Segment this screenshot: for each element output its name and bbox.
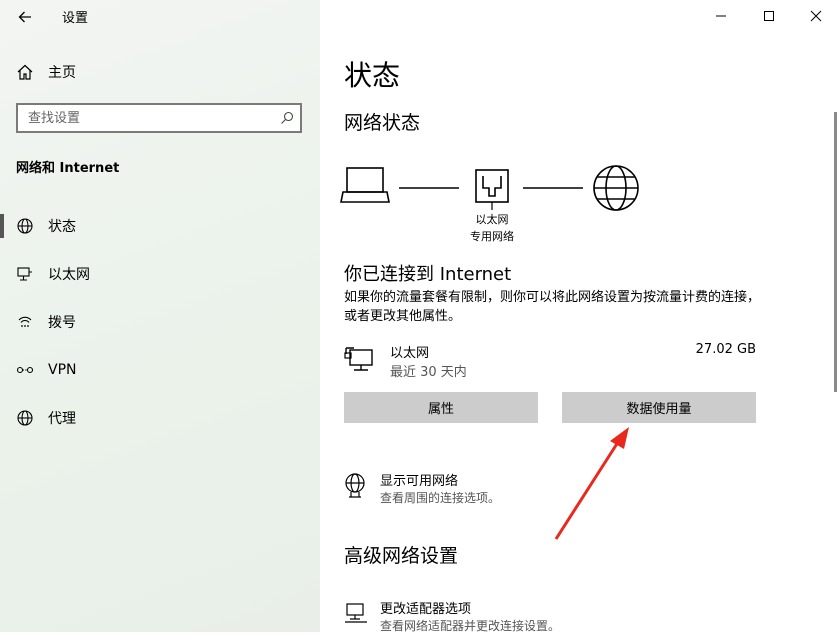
- vpn-icon: [16, 361, 34, 379]
- sidebar-item-label: 拨号: [48, 315, 76, 331]
- globe-icon: [16, 217, 34, 235]
- network-diagram: 以太网 专用网络: [340, 160, 680, 250]
- ethernet-port-icon: [475, 169, 509, 210]
- ethernet-period: 最近 30 天内: [390, 365, 467, 380]
- diagram-network-label: 以太网: [476, 213, 509, 226]
- home-nav-item[interactable]: 主页: [16, 62, 76, 82]
- page-title: 状态: [344, 59, 401, 92]
- search-box[interactable]: [16, 103, 302, 133]
- ethernet-name: 以太网: [390, 346, 430, 361]
- back-arrow-icon: [18, 11, 31, 23]
- back-button[interactable]: [10, 4, 40, 30]
- show-networks-title: 显示可用网络: [380, 474, 459, 489]
- sidebar-item-label: 状态: [48, 219, 76, 235]
- ethernet-usage: 27.02 GB: [695, 342, 756, 357]
- adapter-options-sub: 查看网络适配器并更改连接设置。: [380, 619, 561, 633]
- available-networks-icon: [345, 473, 365, 498]
- dialup-icon: [16, 313, 34, 331]
- section-title: 网络和 Internet: [16, 161, 120, 176]
- change-adapter-options-link[interactable]: 更改适配器选项 查看网络适配器并更改连接设置。: [344, 598, 764, 638]
- diagram-network-sub: 专用网络: [470, 229, 514, 243]
- home-icon: [17, 64, 33, 80]
- sidebar-item-label: 以太网: [48, 267, 90, 283]
- close-icon: [810, 10, 822, 22]
- minimize-button[interactable]: [698, 0, 744, 32]
- connection-status-title: 你已连接到 Internet: [344, 264, 512, 285]
- scrollbar[interactable]: [834, 112, 837, 392]
- close-button[interactable]: [793, 0, 839, 32]
- sidebar-item-status[interactable]: 状态: [0, 202, 320, 250]
- sidebar-item-dialup[interactable]: 拨号: [0, 298, 320, 346]
- show-networks-sub: 查看周围的连接选项。: [380, 491, 501, 505]
- advanced-settings-heading: 高级网络设置: [344, 545, 459, 567]
- adapter-options-title: 更改适配器选项: [380, 602, 472, 617]
- laptop-icon: [340, 167, 390, 203]
- sidebar: 设置 主页 网络和 Internet 状态 以太网 拨号: [0, 0, 320, 632]
- network-status-heading: 网络状态: [344, 112, 421, 134]
- proxy-globe-icon: [16, 409, 34, 427]
- ethernet-usage-row: 以太网 最近 30 天内 27.02 GB: [344, 340, 756, 380]
- sidebar-nav: 状态 以太网 拨号 VPN 代理: [0, 202, 320, 442]
- adapter-icon: [345, 603, 367, 623]
- ethernet-adapter-icon: [344, 347, 373, 371]
- maximize-icon: [764, 11, 774, 21]
- connection-description: 如果你的流量套餐有限制，则你可以将此网络设置为按流量计费的连接，或者更改其他属性…: [344, 290, 761, 324]
- sidebar-item-ethernet[interactable]: 以太网: [0, 250, 320, 298]
- main-content: 状态 网络状态 以太网 专用网络 你已连接到 Internet 如果你的流量套餐…: [320, 0, 839, 633]
- sidebar-item-label: VPN: [48, 362, 77, 378]
- properties-button[interactable]: 属性: [344, 392, 538, 423]
- sidebar-item-vpn[interactable]: VPN: [0, 346, 320, 394]
- sidebar-item-proxy[interactable]: 代理: [0, 394, 320, 442]
- internet-globe-icon: [593, 165, 639, 211]
- maximize-button[interactable]: [746, 0, 792, 32]
- minimize-icon: [716, 15, 726, 17]
- annotation-arrow: [554, 427, 629, 540]
- app-title: 设置: [62, 11, 89, 26]
- sidebar-item-label: 代理: [48, 411, 76, 427]
- data-usage-button[interactable]: 数据使用量: [562, 392, 756, 423]
- home-label: 主页: [48, 65, 76, 81]
- search-icon[interactable]: [274, 111, 300, 125]
- search-input[interactable]: [18, 109, 274, 127]
- ethernet-icon: [16, 265, 34, 283]
